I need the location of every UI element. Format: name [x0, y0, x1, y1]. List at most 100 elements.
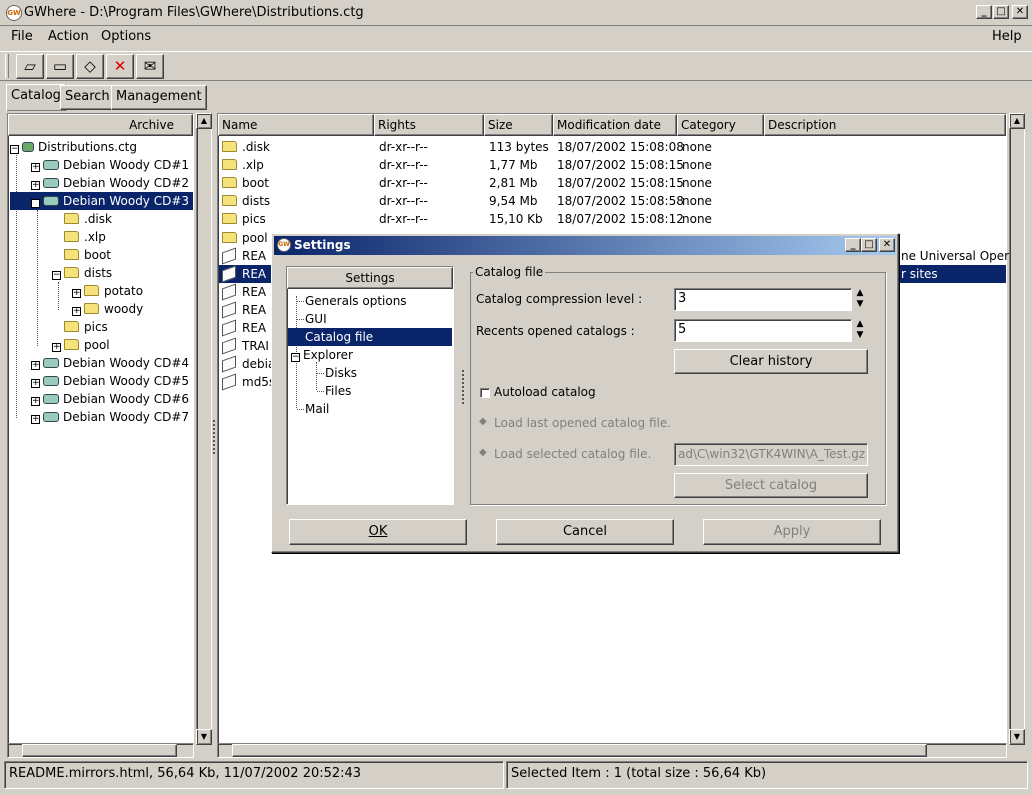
column-header-size[interactable]: Size: [484, 114, 553, 136]
collapse-icon[interactable]: −: [291, 353, 300, 362]
maximize-button[interactable]: □: [993, 5, 1009, 19]
apply-button[interactable]: Apply: [703, 519, 881, 545]
tree-item-root[interactable]: − Distributions.ctg: [10, 138, 137, 156]
expand-icon[interactable]: +: [52, 343, 61, 352]
clear-history-button[interactable]: Clear history: [674, 349, 868, 374]
tree-folder-pics[interactable]: pics: [64, 318, 108, 336]
column-header-category[interactable]: Category: [677, 114, 764, 136]
tab-management[interactable]: Management: [111, 85, 207, 110]
tree-folder-xlp[interactable]: .xlp: [64, 228, 106, 246]
list-item[interactable]: REA: [222, 247, 266, 265]
minimize-button[interactable]: _: [976, 5, 992, 19]
scroll-down-icon[interactable]: ▼: [196, 729, 212, 745]
select-catalog-button[interactable]: Select catalog: [674, 473, 868, 498]
list-hscroll-thumb[interactable]: [232, 744, 927, 757]
compression-spin-icon[interactable]: ▲ ▼: [854, 288, 866, 311]
autoload-checkbox[interactable]: [480, 388, 490, 398]
list-item[interactable]: TRAI: [222, 337, 269, 355]
settings-item-mail[interactable]: Mail: [305, 400, 329, 418]
load-last-radio[interactable]: ◆: [479, 416, 487, 427]
column-header-rights[interactable]: Rights: [374, 114, 484, 136]
tree-folder-potato[interactable]: + potato: [72, 282, 143, 300]
scroll-down-icon[interactable]: ▼: [1009, 729, 1025, 745]
menu-help[interactable]: Help: [992, 29, 1022, 44]
file-icon: [222, 301, 236, 319]
tree-item-cd4[interactable]: + Debian Woody CD#4: [31, 354, 189, 372]
ok-button[interactable]: OK: [289, 519, 467, 545]
list-vertical-scrollbar[interactable]: [1009, 113, 1025, 745]
dialog-splitter-grip[interactable]: [462, 370, 464, 404]
expand-icon[interactable]: +: [31, 361, 40, 370]
tree-folder-pool[interactable]: + pool: [52, 336, 110, 354]
open-catalog-icon[interactable]: ▭: [46, 54, 74, 79]
tab-catalog[interactable]: Catalog: [6, 84, 66, 111]
dialog-minimize-button[interactable]: _: [845, 238, 861, 252]
tree-item-cd6[interactable]: + Debian Woody CD#6: [31, 390, 189, 408]
column-header-name[interactable]: Name: [218, 114, 374, 136]
dialog-title-bar[interactable]: Settings: [274, 236, 896, 255]
recents-spin-icon[interactable]: ▲ ▼: [854, 319, 866, 342]
tree-item-cd2[interactable]: + Debian Woody CD#2: [31, 174, 189, 192]
tree-item-cd3[interactable]: − Debian Woody CD#3: [10, 192, 193, 210]
cell-category: none: [682, 212, 712, 226]
list-item[interactable]: pool: [222, 229, 268, 247]
column-header-description[interactable]: Description: [764, 114, 1006, 136]
settings-item-explorer[interactable]: − Explorer: [291, 346, 353, 364]
scroll-up-icon[interactable]: ▲: [196, 113, 212, 129]
expand-icon[interactable]: +: [72, 307, 81, 316]
scroll-up-icon[interactable]: ▲: [1009, 113, 1025, 129]
close-catalog-icon[interactable]: ✕: [106, 54, 134, 79]
expand-icon[interactable]: +: [31, 397, 40, 406]
expand-icon[interactable]: +: [31, 181, 40, 190]
tree-folder-woody[interactable]: + woody: [72, 300, 143, 318]
cell-category: none: [682, 158, 712, 172]
tree-hscroll-thumb[interactable]: [22, 744, 177, 757]
dialog-close-button[interactable]: ✕: [879, 238, 895, 252]
settings-item-catalog[interactable]: Catalog file: [288, 328, 452, 346]
dialog-maximize-button[interactable]: □: [861, 238, 877, 252]
folder-icon: [222, 141, 237, 152]
list-item[interactable]: REA: [222, 283, 266, 301]
tree-vertical-scrollbar[interactable]: [196, 113, 212, 745]
collapse-icon[interactable]: −: [31, 199, 40, 208]
expand-icon[interactable]: +: [31, 379, 40, 388]
list-item[interactable]: md5s: [222, 373, 275, 391]
list-item-selected[interactable]: REA: [219, 265, 271, 283]
settings-item-general[interactable]: Generals options: [305, 292, 407, 310]
list-item[interactable]: REA: [222, 319, 266, 337]
settings-item-gui[interactable]: GUI: [305, 310, 327, 328]
column-header-modified[interactable]: Modification date: [553, 114, 677, 136]
settings-tree-header[interactable]: Settings: [287, 267, 453, 289]
menu-file[interactable]: File: [11, 29, 33, 44]
load-selected-radio[interactable]: ◆: [479, 447, 487, 458]
collapse-icon[interactable]: −: [10, 145, 19, 154]
tab-search[interactable]: Search: [60, 85, 115, 110]
expand-icon[interactable]: +: [72, 289, 81, 298]
catalog-path-input[interactable]: ad\C\win32\GTK4WIN\A_Test.gz: [674, 443, 868, 466]
mail-icon[interactable]: ✉: [136, 54, 164, 79]
expand-icon[interactable]: +: [31, 415, 40, 424]
compression-level-input[interactable]: 3: [674, 288, 852, 311]
menu-options[interactable]: Options: [101, 29, 151, 44]
new-catalog-icon[interactable]: ▱: [16, 54, 44, 79]
save-catalog-icon[interactable]: ◇: [76, 54, 104, 79]
expand-icon[interactable]: +: [31, 163, 40, 172]
tree-folder-boot[interactable]: boot: [64, 246, 111, 264]
menu-action[interactable]: Action: [48, 29, 89, 44]
close-button[interactable]: ✕: [1012, 5, 1028, 19]
tree-item-cd1[interactable]: + Debian Woody CD#1: [31, 156, 189, 174]
tree-item-cd7[interactable]: + Debian Woody CD#7: [31, 408, 189, 426]
collapse-icon[interactable]: −: [52, 271, 61, 280]
cancel-button[interactable]: Cancel: [496, 519, 674, 545]
list-item[interactable]: REA: [222, 301, 266, 319]
pane-splitter-grip[interactable]: [213, 420, 215, 454]
tree-folder-disk[interactable]: .disk: [64, 210, 112, 228]
settings-item-disks[interactable]: Disks: [325, 364, 357, 382]
toolbar-grip[interactable]: [5, 54, 9, 78]
tree-folder-dists[interactable]: − dists: [52, 264, 112, 282]
tree-header-archive[interactable]: Archive: [8, 114, 193, 136]
list-item[interactable]: debia: [222, 355, 275, 373]
settings-item-files[interactable]: Files: [325, 382, 351, 400]
recents-catalogs-input[interactable]: 5: [674, 319, 852, 342]
tree-item-cd5[interactable]: + Debian Woody CD#5: [31, 372, 189, 390]
